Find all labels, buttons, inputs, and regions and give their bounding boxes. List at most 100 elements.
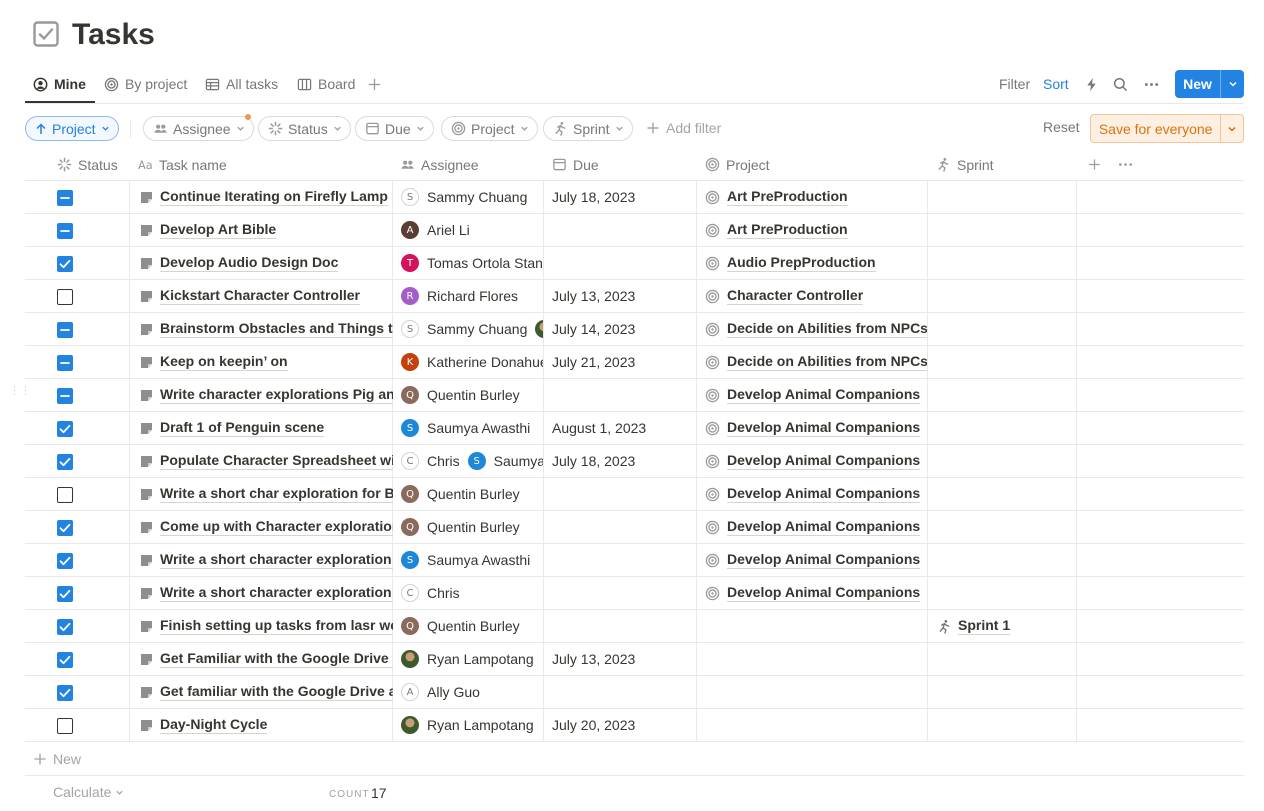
status-checkbox[interactable] (57, 289, 73, 305)
task-name[interactable]: Finish setting up tasks from lasr wee (160, 617, 393, 635)
table-row[interactable]: Write a short character exploration c S Sa… (25, 544, 1244, 577)
project-cell[interactable]: Decide on Abilities from NPCs (705, 313, 927, 345)
table-row[interactable]: Get familiar with the Google Drive ar A Al… (25, 676, 1244, 709)
table-row[interactable]: Come up with Character exploration Q Quent… (25, 511, 1244, 544)
project-link[interactable]: Decide on Abilities from NPCs (727, 320, 927, 338)
project-cell[interactable]: Develop Animal Companions (705, 445, 927, 477)
task-name-cell[interactable]: Write character explorations Pig and (140, 379, 393, 411)
assignee-cell[interactable]: C Chris (400, 577, 543, 609)
due-date-cell[interactable]: July 18, 2023 (552, 445, 696, 477)
filter-button[interactable]: Filter (999, 73, 1030, 95)
due-date-cell[interactable] (552, 511, 696, 543)
status-checkbox[interactable] (57, 322, 73, 338)
due-date-cell[interactable]: July 14, 2023 (552, 313, 696, 345)
task-name[interactable]: Kickstart Character Controller (160, 287, 360, 305)
status-checkbox[interactable] (57, 586, 73, 602)
sprint-cell[interactable] (937, 412, 1075, 444)
assignee-cell[interactable]: S Sammy Chuang (400, 181, 543, 213)
table-row[interactable]: Keep on keepin’ on K Katherine Donahue July… (25, 346, 1244, 379)
table-row[interactable]: Develop Audio Design Doc T Tomas Ortola St… (25, 247, 1244, 280)
sprint-cell[interactable] (937, 181, 1075, 213)
sprint-cell[interactable] (937, 379, 1075, 411)
column-header-status[interactable]: Status (57, 148, 118, 181)
calculate-button[interactable]: Calculate (53, 784, 124, 800)
status-checkbox[interactable] (57, 421, 73, 437)
status-checkbox[interactable] (57, 553, 73, 569)
task-name-cell[interactable]: Write a short character exploration c (140, 577, 393, 609)
project-cell[interactable]: Character Controller (705, 280, 927, 312)
due-date-cell[interactable] (552, 544, 696, 576)
task-name-cell[interactable]: Kickstart Character Controller (140, 280, 393, 312)
task-name[interactable]: Day-Night Cycle (160, 716, 268, 734)
project-cell[interactable]: Develop Animal Companions (705, 412, 927, 444)
task-name-cell[interactable]: Continue Iterating on Firefly Lamp (140, 181, 393, 213)
table-row[interactable]: Kickstart Character Controller R Richard F… (25, 280, 1244, 313)
tab-mine[interactable]: Mine (33, 72, 86, 96)
sprint-cell[interactable] (937, 676, 1075, 708)
project-link[interactable]: Art PreProduction (727, 188, 848, 206)
new-dropdown-button[interactable] (1221, 79, 1244, 89)
project-cell[interactable]: Art PreProduction (705, 214, 927, 246)
due-date-cell[interactable]: July 13, 2023 (552, 643, 696, 675)
filter-chip-sprint[interactable]: Sprint (543, 116, 633, 141)
task-name[interactable]: Come up with Character exploration (160, 518, 393, 536)
due-date-cell[interactable] (552, 247, 696, 279)
task-name-cell[interactable]: Develop Art Bible (140, 214, 393, 246)
assignee-cell[interactable]: S Sammy Chuang (400, 313, 543, 345)
task-name[interactable]: Write a short character exploration c (160, 584, 393, 602)
column-header-project[interactable]: Project (705, 148, 770, 181)
task-name-cell[interactable]: Draft 1 of Penguin scene (140, 412, 393, 444)
tab-board[interactable]: Board (297, 72, 355, 96)
automation-button[interactable] (1085, 73, 1098, 95)
assignee-cell[interactable]: Q Quentin Burley (400, 511, 543, 543)
table-row[interactable]: Brainstorm Obstacles and Things that S Sam… (25, 313, 1244, 346)
sort-chip-project[interactable]: Project (25, 116, 119, 141)
tab-all-tasks[interactable]: All tasks (205, 72, 278, 96)
project-cell[interactable]: Decide on Abilities from NPCs (705, 346, 927, 378)
project-cell[interactable] (705, 643, 927, 675)
column-header-assignee[interactable]: Assignee (400, 148, 479, 181)
new-button[interactable]: New (1175, 70, 1244, 98)
due-date-cell[interactable]: July 20, 2023 (552, 709, 696, 741)
due-date-cell[interactable] (552, 676, 696, 708)
project-cell[interactable]: Develop Animal Companions (705, 511, 927, 543)
status-checkbox[interactable] (57, 454, 73, 470)
table-row[interactable]: Draft 1 of Penguin scene S Saumya Awasthi A… (25, 412, 1244, 445)
project-cell[interactable]: Develop Animal Companions (705, 478, 927, 510)
task-name[interactable]: Keep on keepin’ on (160, 353, 288, 371)
sprint-cell[interactable] (937, 247, 1075, 279)
project-link[interactable]: Develop Animal Companions (727, 485, 921, 503)
task-name[interactable]: Develop Art Bible (160, 221, 277, 239)
column-header-task-name[interactable]: Aa Task name (138, 148, 227, 181)
task-name[interactable]: Develop Audio Design Doc (160, 254, 339, 272)
table-row[interactable]: Get Familiar with the Google Drive a Ryan… (25, 643, 1244, 676)
assignee-cell[interactable]: T Tomas Ortola Stanganelli (400, 247, 543, 279)
sprint-cell[interactable] (937, 445, 1075, 477)
table-row[interactable]: Write a short char exploration for Ba Q Qu… (25, 478, 1244, 511)
more-properties-button[interactable] (1118, 148, 1133, 181)
table-row[interactable]: Continue Iterating on Firefly Lamp S Sammy… (25, 181, 1244, 214)
task-name[interactable]: Write a short character exploration c (160, 551, 393, 569)
assignee-cell[interactable]: Ryan Lampotang (400, 643, 543, 675)
task-name-cell[interactable]: Finish setting up tasks from lasr wee (140, 610, 393, 642)
due-date-cell[interactable] (552, 478, 696, 510)
due-date-cell[interactable]: August 1, 2023 (552, 412, 696, 444)
status-checkbox[interactable] (57, 718, 73, 734)
task-name[interactable]: Draft 1 of Penguin scene (160, 419, 325, 437)
project-cell[interactable]: Audio PrepProduction (705, 247, 927, 279)
project-cell[interactable]: Develop Animal Companions (705, 379, 927, 411)
status-checkbox[interactable] (57, 520, 73, 536)
project-cell[interactable]: Develop Animal Companions (705, 544, 927, 576)
project-cell[interactable]: Art PreProduction (705, 181, 927, 213)
project-link[interactable]: Develop Animal Companions (727, 584, 921, 602)
task-name[interactable]: Populate Character Spreadsheet with (160, 452, 393, 470)
status-checkbox[interactable] (57, 652, 73, 668)
due-date-cell[interactable] (552, 214, 696, 246)
task-name[interactable]: Continue Iterating on Firefly Lamp (160, 188, 388, 206)
task-name[interactable]: Get familiar with the Google Drive ar (160, 683, 393, 701)
project-link[interactable]: Develop Animal Companions (727, 551, 921, 569)
more-options-button[interactable] (1144, 73, 1159, 95)
assignee-cell[interactable]: K Katherine Donahue (400, 346, 543, 378)
status-checkbox[interactable] (57, 388, 73, 404)
project-link[interactable]: Develop Animal Companions (727, 452, 921, 470)
